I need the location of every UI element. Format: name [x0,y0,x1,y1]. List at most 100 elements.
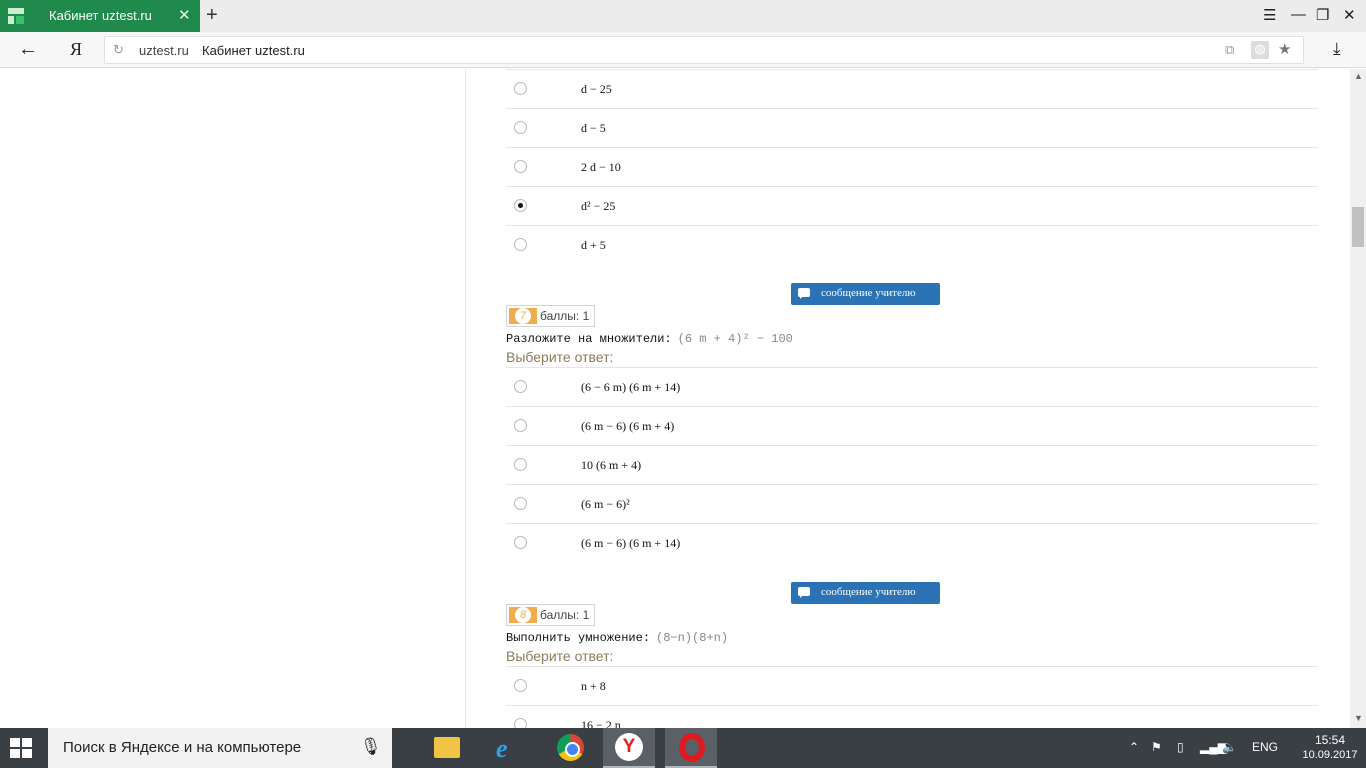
question-badge: 8 баллы: 1 [506,604,595,626]
site-favicon-icon [8,8,24,24]
answer-radio[interactable] [514,160,527,173]
internet-explorer-icon[interactable]: e [482,728,534,768]
answer-option[interactable]: n + 8 [506,666,1318,705]
scroll-down-icon[interactable]: ▼ [1354,713,1363,723]
answer-option[interactable]: d − 25 [506,69,1318,108]
flag-icon[interactable]: ⚑ [1151,740,1162,754]
answer-option[interactable]: (6 − 6 m) (6 m + 14) [506,367,1318,406]
answer-option[interactable]: (6 m − 6)² [506,484,1318,523]
question-points: баллы: 1 [540,309,590,323]
answer-option[interactable]: 10 (6 m + 4) [506,445,1318,484]
answer-option[interactable]: d − 5 [506,108,1318,147]
windows-logo-icon[interactable] [10,738,32,758]
answer-text: 16 − 2 n [581,718,621,728]
question-points: баллы: 1 [540,608,590,622]
speech-bubble-icon [798,587,810,598]
answer-text: d − 5 [581,121,606,135]
url-host: uztest.ru [139,43,189,58]
scrollbar-thumb[interactable] [1352,207,1364,247]
message-teacher-label: сообщение учителю [821,287,916,299]
answer-text: d² − 25 [581,199,616,213]
tray-expand-icon[interactable]: ⌃ [1129,740,1139,754]
tab-close-icon[interactable]: ✕ [178,6,191,24]
clock-time: 15:54 [1314,733,1346,747]
restore-button[interactable]: ❐ [1316,6,1329,24]
question-number: 7 [509,308,537,324]
chrome-icon[interactable] [544,728,596,768]
address-bar: ← Я ↻ uztest.ru Кабинет uztest.ru ⧉ ◍ ★ … [0,32,1366,68]
answer-radio-checked[interactable] [514,199,527,212]
url-page-title: Кабинет uztest.ru [202,43,305,58]
reload-icon[interactable]: ↻ [113,42,124,58]
answer-radio[interactable] [514,419,527,432]
answer-option[interactable]: 16 − 2 n [506,705,1318,728]
question-formula: (6 m + 4)² − 100 [677,332,793,346]
answer-option-selected[interactable]: d² − 25 [506,186,1318,225]
question-formula: (8−n)(8+n) [656,631,729,645]
choose-answer-label: Выберите ответ: [506,648,614,664]
answer-radio[interactable] [514,82,527,95]
answer-text: (6 − 6 m) (6 m + 14) [581,380,681,394]
browser-menu-icon[interactable]: ☰ [1263,6,1276,24]
answer-text: d + 5 [581,238,606,252]
message-teacher-label: сообщение учителю [821,586,916,598]
file-explorer-icon[interactable] [420,728,472,768]
column-divider [465,69,466,728]
battery-icon[interactable]: ▯ [1177,740,1184,754]
answer-radio[interactable] [514,497,527,510]
browser-tab-bar: Кабинет uztest.ru ✕ + ☰ — ❐ ✕ [0,0,1366,32]
answer-radio[interactable] [514,536,527,549]
answer-radio[interactable] [514,458,527,471]
message-teacher-button[interactable]: сообщение учителю [791,283,940,305]
page-content: d − 25 d − 5 2 d − 10 d² − 25 d + 5 сооб… [0,69,1350,728]
close-window-button[interactable]: ✕ [1343,6,1356,24]
translate-icon[interactable]: ⧉ [1225,42,1234,58]
question-text: Разложите на множители: (6 m + 4)² − 100 [506,332,793,346]
answer-radio[interactable] [514,380,527,393]
question-text: Выполнить умножение: (8−n)(8+n) [506,631,728,645]
answer-radio[interactable] [514,679,527,692]
back-arrow-icon[interactable]: ← [18,38,38,61]
page-scrollbar[interactable]: ▲ ▼ [1350,69,1366,728]
tab-title: Кабинет uztest.ru [49,8,152,23]
microphone-icon[interactable]: 🎙 [360,737,382,757]
answer-radio[interactable] [514,238,527,251]
new-tab-button[interactable]: + [206,4,218,27]
clock-date: 10.09.2017 [1302,749,1358,761]
speech-bubble-icon [798,288,810,299]
yandex-logo-icon[interactable]: Я [70,39,82,60]
bookmark-star-icon[interactable]: ★ [1278,40,1291,58]
answer-text: n + 8 [581,679,606,693]
scroll-up-icon[interactable]: ▲ [1354,71,1363,81]
language-indicator[interactable]: ENG [1252,740,1278,754]
question-prompt: Разложите на множители: [506,332,672,346]
answer-option[interactable]: (6 m − 6) (6 m + 4) [506,406,1318,445]
answer-option[interactable]: d + 5 [506,225,1318,264]
question-number: 8 [509,607,537,623]
answer-text: (6 m − 6) (6 m + 14) [581,536,681,550]
answer-radio[interactable] [514,718,527,728]
answer-option[interactable]: 2 d − 10 [506,147,1318,186]
question-prompt: Выполнить умножение: [506,631,651,645]
answer-text: (6 m − 6)² [581,497,630,511]
answer-radio[interactable] [514,121,527,134]
message-teacher-button[interactable]: сообщение учителю [791,582,940,604]
protect-icon[interactable]: ◍ [1251,41,1269,59]
question-badge: 7 баллы: 1 [506,305,595,327]
minimize-button[interactable]: — [1291,6,1306,23]
opera-icon[interactable] [665,728,717,768]
answer-text: 2 d − 10 [581,160,621,174]
download-icon[interactable]: ⤓ [1333,39,1341,59]
url-field[interactable]: ↻ uztest.ru Кабинет uztest.ru ⧉ ◍ ★ [104,36,1304,64]
taskbar-search[interactable]: Поиск в Яндексе и на компьютере 🎙 [48,728,392,768]
answer-text: (6 m − 6) (6 m + 4) [581,419,675,433]
clock[interactable]: 15:54 10.09.2017 [1300,733,1360,763]
taskbar: Поиск в Яндексе и на компьютере 🎙 e Y ⌃ … [0,728,1366,768]
answer-option[interactable]: (6 m − 6) (6 m + 14) [506,523,1318,562]
search-placeholder: Поиск в Яндексе и на компьютере [63,739,302,756]
volume-icon[interactable]: 🔈 [1222,740,1237,754]
yandex-browser-icon[interactable]: Y [603,728,655,768]
answer-text: 10 (6 m + 4) [581,458,642,472]
browser-tab-active[interactable]: Кабинет uztest.ru ✕ [0,0,200,32]
answer-text: d − 25 [581,82,612,96]
